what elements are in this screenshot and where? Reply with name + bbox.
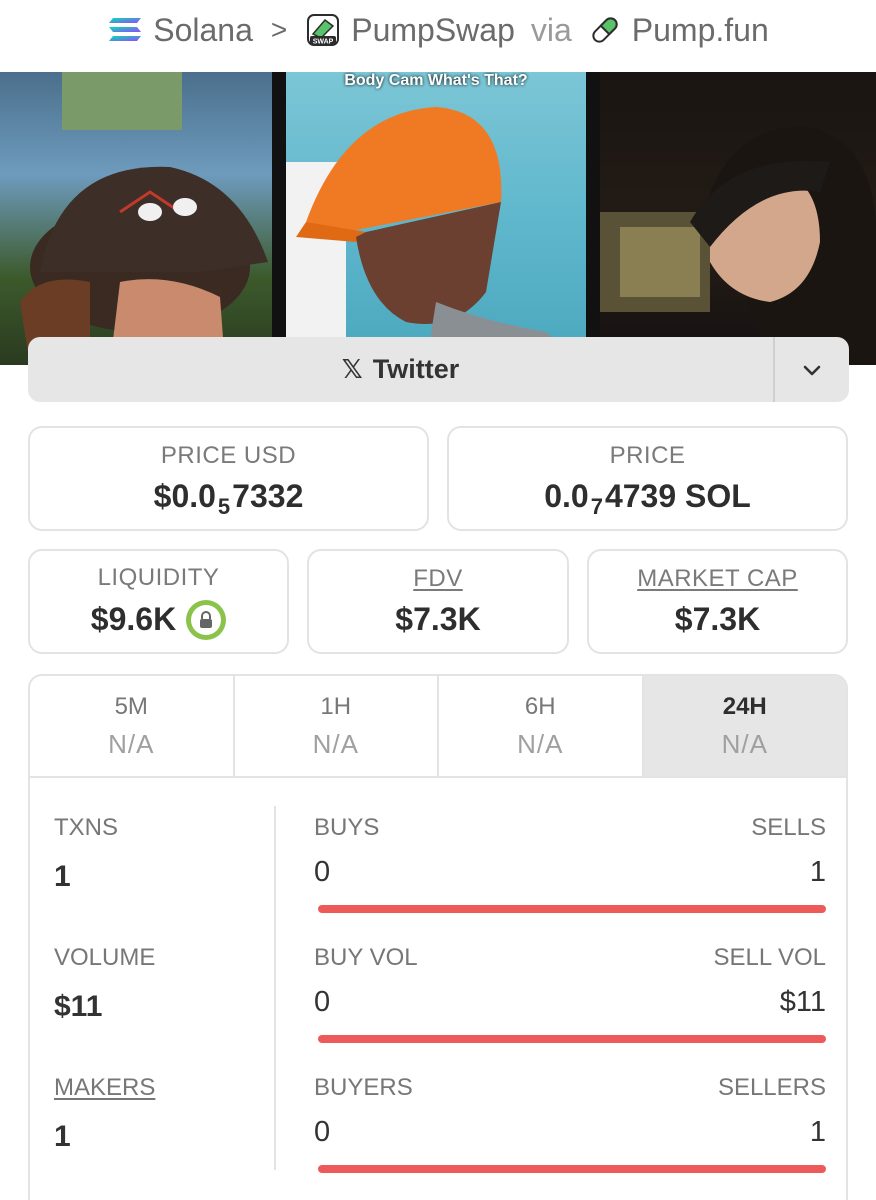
price-native-label: PRICE (609, 442, 686, 469)
lock-icon-inner (191, 604, 222, 635)
breadcrumb: Solana > SWAP PumpSwap via Pump.fun (0, 0, 876, 60)
buy-sell-volume-stat: BUY VOL SELL VOL 0 $11 (314, 944, 826, 1043)
banner-caption: Body Cam What's That? (344, 72, 528, 89)
makers-label[interactable]: MAKERS (54, 1074, 155, 1102)
liquidity-value: $9.6K (90, 601, 177, 637)
sells-value: 1 (809, 856, 826, 888)
buyers-sellers-ratio-bar (318, 1165, 826, 1173)
timeframe-tabs: 5M N/A 1H N/A 6H N/A 24H N/A (28, 674, 848, 778)
price-native-value: 0.0 7 4739 SOL (544, 478, 751, 519)
makers-stat: MAKERS 1 (54, 1074, 155, 1154)
volume-stat: VOLUME $11 (54, 944, 155, 1024)
tab-24h-label: 24H (722, 692, 767, 720)
tab-24h[interactable]: 24H N/A (643, 676, 846, 776)
pill-icon (592, 17, 618, 43)
sell-vol-label: SELL VOL (713, 944, 826, 971)
swap-logo-text: SWAP (313, 39, 334, 46)
buy-vol-value: 0 (314, 986, 331, 1018)
fdv-card: FDV $7.3K (307, 549, 569, 654)
sellers-label: SELLERS (717, 1074, 826, 1101)
tab-1h[interactable]: 1H N/A (235, 676, 439, 776)
price-native-zero-count: 7 (590, 493, 603, 519)
sellers-value: 1 (809, 1116, 826, 1148)
buy-vol-label: BUY VOL (314, 944, 418, 971)
market-cap-value: $7.3K (674, 601, 761, 637)
banner-middle-illustration (286, 107, 586, 365)
buyers-label: BUYERS (314, 1074, 413, 1101)
stats-divider (274, 806, 276, 1170)
tab-5m[interactable]: 5M N/A (30, 676, 235, 776)
volume-ratio-bar (318, 1035, 826, 1043)
breadcrumb-chain[interactable]: Solana (107, 12, 253, 49)
token-banner-image: Body Cam What's That? (0, 72, 876, 365)
breadcrumb-via: via (530, 11, 572, 48)
breadcrumb-launchpad-label: Pump.fun (631, 11, 769, 48)
buys-label: BUYS (314, 814, 380, 841)
txns-value: 1 (54, 860, 71, 893)
tab-1h-change: N/A (312, 728, 359, 759)
breadcrumb-launchpad[interactable]: Pump.fun (588, 12, 769, 49)
transaction-stats: TXNS 1 VOLUME $11 MAKERS 1 BUYS SELLS 0 … (28, 776, 848, 1200)
buys-sells-ratio-bar (318, 905, 826, 913)
price-usd-label: PRICE USD (160, 442, 297, 469)
makers-value: 1 (54, 1120, 71, 1153)
liquidity-value-wrap: $9.6K (90, 599, 227, 640)
volume-value: $11 (54, 990, 103, 1023)
price-usd-digits: 7332 (232, 478, 304, 514)
liquidity-card: LIQUIDITY $9.6K (28, 549, 289, 654)
fdv-label[interactable]: FDV (413, 565, 463, 593)
tab-5m-change: N/A (108, 728, 155, 759)
txns-label: TXNS (54, 814, 119, 841)
tab-6h[interactable]: 6H N/A (439, 676, 644, 776)
sell-vol-value: $11 (779, 986, 826, 1018)
padlock-icon (200, 610, 213, 628)
chevron-down-icon (803, 365, 821, 375)
price-native-card: PRICE 0.0 7 4739 SOL (447, 426, 848, 531)
banner-panel-middle: Body Cam What's That? (286, 72, 586, 365)
banner-left-illustration (20, 72, 268, 365)
tab-1h-label: 1H (320, 692, 352, 720)
buyers-value: 0 (314, 1116, 331, 1148)
volume-label: VOLUME (54, 944, 156, 971)
price-native-digits: 4739 SOL (604, 478, 751, 514)
tab-6h-change: N/A (517, 728, 564, 759)
banner-panel-right (600, 72, 876, 365)
breadcrumb-chain-label: Solana (153, 11, 253, 48)
buyers-sellers-stat: BUYERS SELLERS 0 1 (314, 1074, 826, 1173)
price-usd-value: $0.0 5 7332 (153, 478, 304, 519)
market-cap-label[interactable]: MARKET CAP (637, 565, 798, 593)
breadcrumb-dex[interactable]: SWAP PumpSwap (305, 12, 515, 49)
breadcrumb-separator: > (270, 14, 288, 45)
banner-right-illustration (600, 126, 876, 365)
twitter-link-button[interactable]: 𝕏 Twitter (28, 337, 773, 402)
pumpswap-icon: SWAP (307, 14, 340, 46)
tab-5m-label: 5M (114, 692, 148, 720)
fdv-value: $7.3K (395, 601, 481, 637)
tab-6h-label: 6H (524, 692, 556, 720)
price-native-prefix: 0.0 (544, 478, 589, 514)
solana-icon (109, 18, 142, 41)
x-logo-icon: 𝕏 (341, 354, 363, 384)
price-usd-card: PRICE USD $0.0 5 7332 (28, 426, 429, 531)
liquidity-label: LIQUIDITY (97, 563, 220, 591)
liquidity-lock-icon[interactable] (186, 599, 227, 640)
price-usd-zero-count: 5 (217, 493, 231, 519)
buys-value: 0 (314, 856, 331, 888)
social-links-bar: 𝕏 Twitter (28, 337, 849, 402)
txns-stat: TXNS 1 (54, 814, 118, 894)
market-cap-card: MARKET CAP $7.3K (587, 549, 848, 654)
tab-24h-change: N/A (721, 728, 768, 759)
sells-label: SELLS (751, 814, 826, 841)
social-dropdown-toggle[interactable] (773, 337, 849, 402)
banner-panel-left (0, 72, 272, 365)
price-usd-prefix: $0.0 (153, 478, 216, 514)
twitter-label: Twitter (372, 354, 460, 384)
buys-sells-stat: BUYS SELLS 0 1 (314, 814, 826, 913)
breadcrumb-dex-label: PumpSwap (351, 11, 515, 48)
